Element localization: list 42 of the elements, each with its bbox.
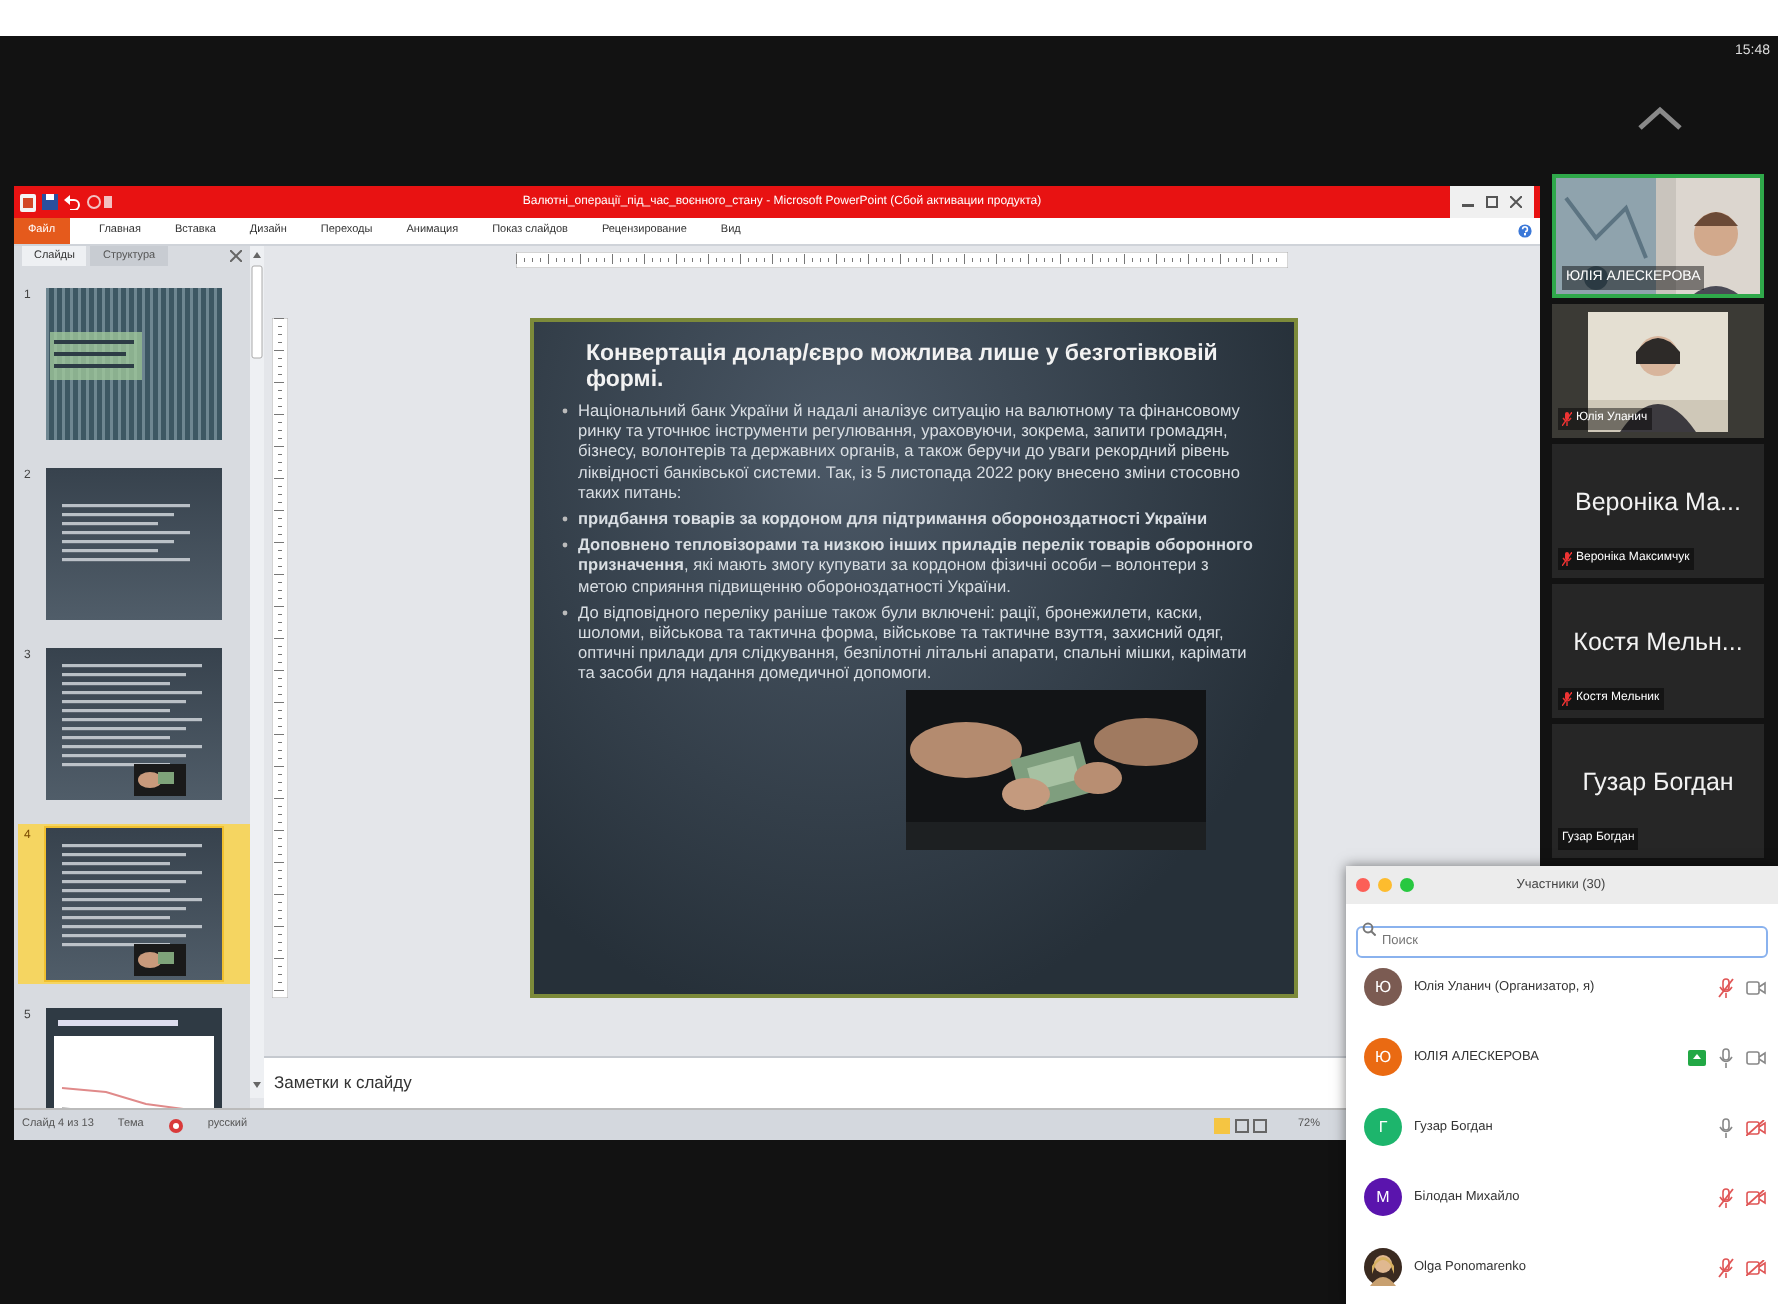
bullet-icon <box>562 408 568 414</box>
spelling-icon[interactable] <box>167 1117 184 1133</box>
camera-off-icon[interactable] <box>1746 1189 1766 1205</box>
camera-icon[interactable] <box>1746 979 1766 995</box>
participant-name: Вероніка Ма... <box>1573 486 1743 520</box>
save-icon[interactable] <box>42 194 58 210</box>
muted-mic-icon[interactable] <box>1718 1257 1734 1277</box>
camera-icon[interactable] <box>1746 1049 1766 1065</box>
participant-name: Костя Мельн... <box>1571 626 1745 660</box>
quick-access-icon[interactable] <box>86 194 114 210</box>
bullet-text: Доповнено тепловізорами та низкою інших приладів перелік товарів оборонного призначення, які мають змогу купувати за кордоном фізичні особи – волонтери з метою сприяння підвищенню обороноздатності України. <box>578 534 1255 596</box>
avatar: Г <box>1364 1108 1402 1146</box>
maximize-icon[interactable] <box>1486 196 1498 208</box>
slide-thumbnail[interactable] <box>46 468 222 621</box>
muted-mic-icon[interactable] <box>1718 1187 1734 1207</box>
bullet-icon <box>562 609 568 616</box>
slide-thumbnail[interactable] <box>46 648 222 801</box>
camera-off-icon[interactable] <box>1746 1259 1766 1275</box>
chevron-up-icon[interactable] <box>1636 104 1684 132</box>
muted-mic-icon[interactable] <box>1718 977 1734 997</box>
avatar: М <box>1364 1178 1402 1216</box>
slide-title: Конвертація долар/євро можлива лише у безготівковій формі. <box>584 342 1220 394</box>
scroll-bar[interactable] <box>250 246 264 1098</box>
mic-icon[interactable] <box>1718 1117 1734 1137</box>
avatar: Ю <box>1364 1038 1402 1076</box>
undo-icon[interactable] <box>64 194 80 210</box>
slide-thumbnail[interactable] <box>46 828 222 981</box>
bullet-icon <box>562 542 568 549</box>
bullet-icon <box>562 516 568 523</box>
slide-thumbnail[interactable] <box>46 288 222 441</box>
powerpoint-icon[interactable] <box>20 193 36 211</box>
participant-name: Гузар Богдан <box>1580 766 1736 800</box>
bullet-text: До відповідного переліку раніше також були включені: рації, бронежилети, каски, шоломи, військова та тактична форма, військове та тактичне взуття, захисний одяг, оптичні прилади для слідкування, безпілотні літальні апарати, спальні мішки, карімати та засоби для надання домедичної допомоги. <box>578 601 1249 684</box>
bullet-text: Національний банк України й надалі аналізує ситуацію на валютному та фінансовому ринку та уточнює інструменти регулювання, ураховуючи, зокрема, запити громадян, бізнесу, волонтерів та державних органів, а також беручи до уваги рекордний рівень ліквідності банківської системи. Так, із 5 листопада 2022 року внесено зміни стосовно таких питань: <box>578 400 1242 503</box>
close-icon[interactable] <box>1510 196 1522 208</box>
close-icon[interactable] <box>230 250 242 263</box>
bullet-text: придбання товарів за кордоном для підтримання обороноздатності України <box>578 508 1208 529</box>
camera-off-icon[interactable] <box>1746 1119 1766 1135</box>
mic-icon[interactable] <box>1718 1047 1734 1067</box>
help-icon[interactable] <box>1518 224 1532 238</box>
search-icon <box>1362 921 1376 935</box>
avatar: Ю <box>1364 968 1402 1006</box>
